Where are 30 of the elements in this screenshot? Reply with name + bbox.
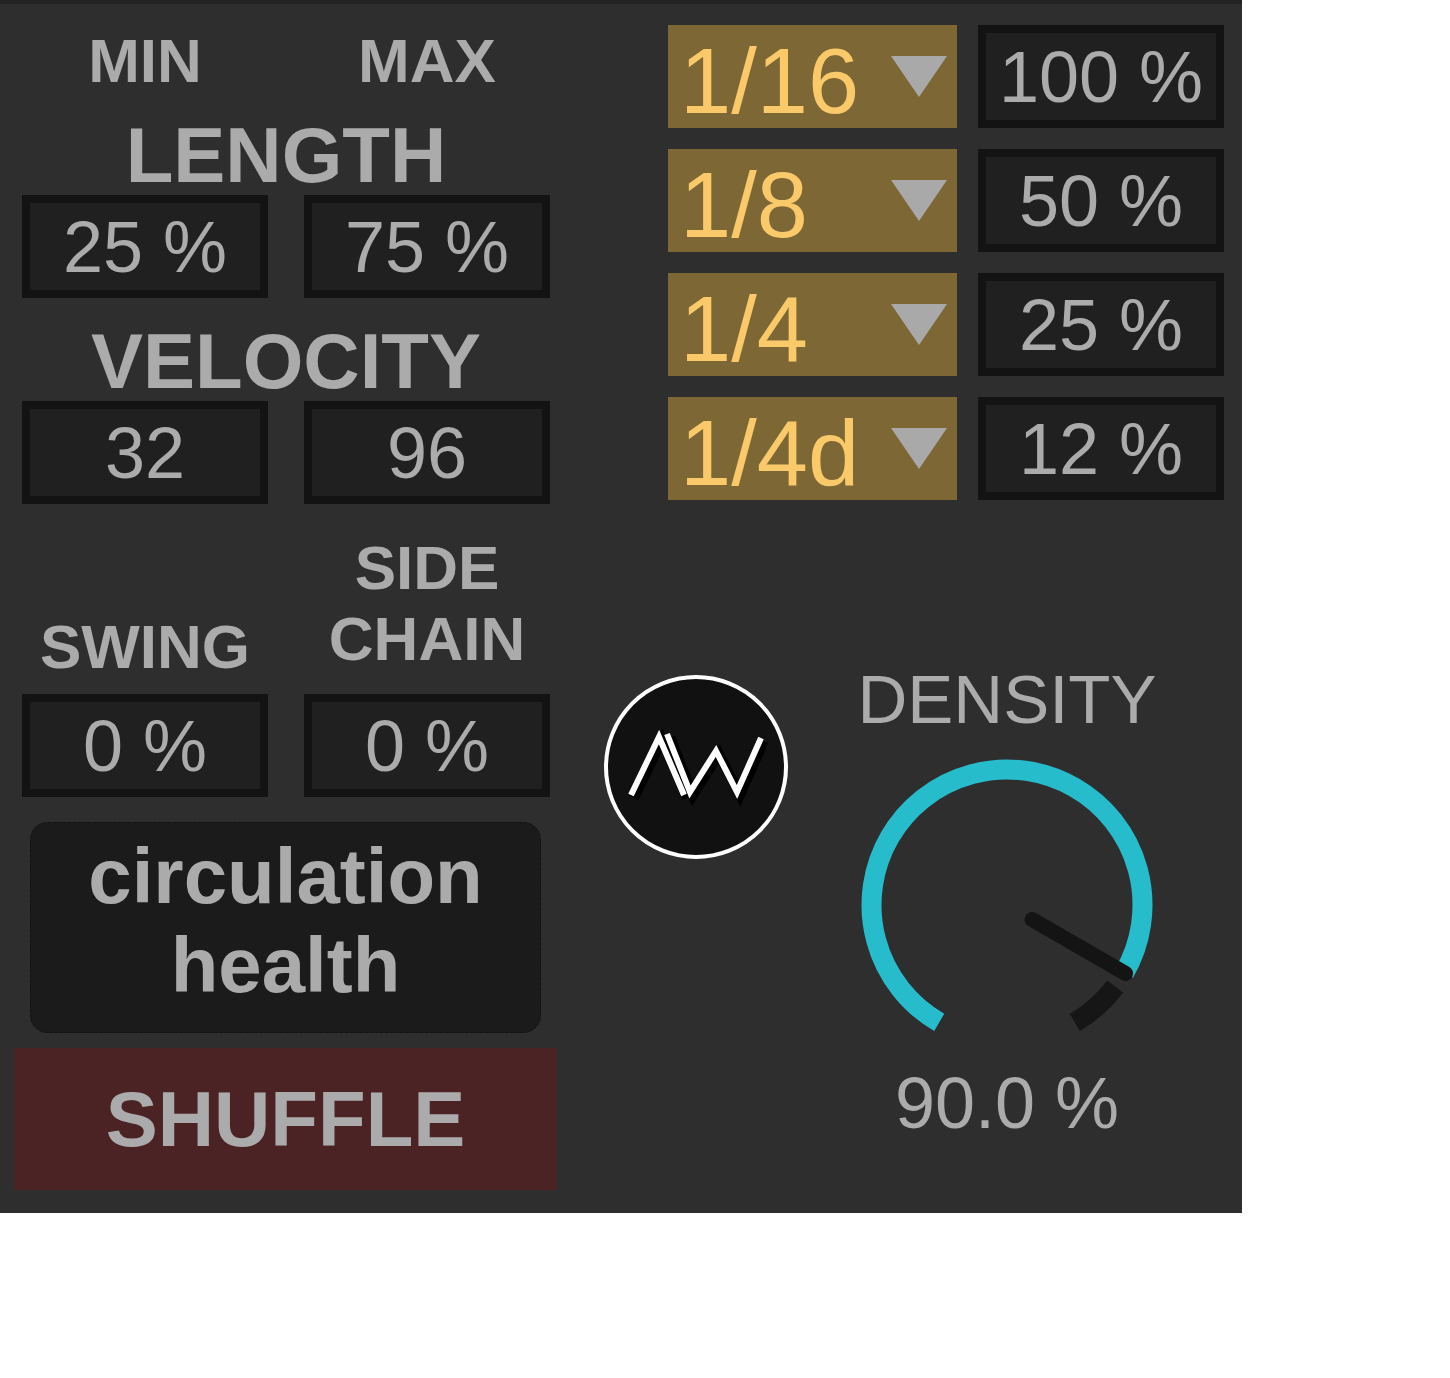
division-dropdown[interactable]: 1/4 bbox=[668, 273, 957, 376]
column-label: MAX bbox=[357, 30, 497, 92]
number-field[interactable]: 96 bbox=[304, 401, 550, 504]
number-field[interactable]: 0 % bbox=[304, 694, 550, 797]
number-field[interactable]: 100 % bbox=[978, 25, 1224, 128]
density-knob[interactable] bbox=[861, 759, 1153, 1031]
caret-icon bbox=[891, 304, 947, 345]
density-label: DENSITY bbox=[857, 665, 1157, 734]
number-field[interactable]: 75 % bbox=[304, 195, 550, 298]
logo-icon bbox=[603, 674, 789, 860]
side-chain-label: SIDE CHAIN bbox=[327, 532, 527, 674]
number-field[interactable]: 12 % bbox=[978, 397, 1224, 500]
number-field[interactable]: 32 bbox=[22, 401, 268, 504]
division-dropdown[interactable]: 1/8 bbox=[668, 149, 957, 252]
division-dropdown[interactable]: 1/16 bbox=[668, 25, 957, 128]
number-field[interactable]: 0 % bbox=[22, 694, 268, 797]
caret-icon bbox=[891, 428, 947, 469]
shuffle-button[interactable]: SHUFFLE bbox=[14, 1048, 557, 1190]
swing-label: SWING bbox=[38, 611, 252, 682]
caret-icon bbox=[891, 56, 947, 97]
circulation-health-button[interactable]: circulation health bbox=[30, 822, 541, 1033]
number-field[interactable]: 25 % bbox=[22, 195, 268, 298]
column-label: MIN bbox=[87, 30, 203, 92]
parameter-label: VELOCITY bbox=[89, 322, 482, 400]
number-field[interactable]: 25 % bbox=[978, 273, 1224, 376]
division-dropdown[interactable]: 1/4d bbox=[668, 397, 957, 500]
density-reading: 90.0 % bbox=[894, 1067, 1120, 1139]
parameter-label: LENGTH bbox=[124, 116, 448, 194]
caret-icon bbox=[891, 180, 947, 221]
number-field[interactable]: 50 % bbox=[978, 149, 1224, 252]
